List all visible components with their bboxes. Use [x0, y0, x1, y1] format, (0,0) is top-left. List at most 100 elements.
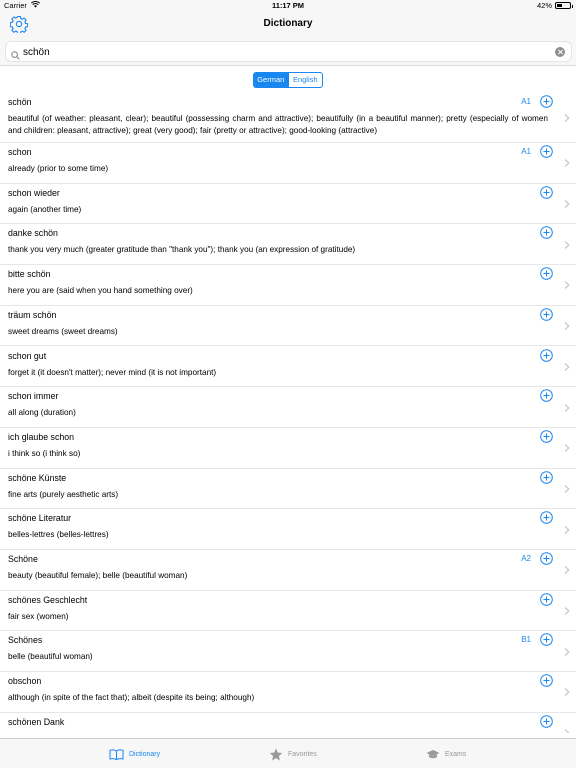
search-bar: [0, 37, 576, 66]
entry-definition: all along (duration): [8, 408, 76, 418]
add-favorite-icon[interactable]: [540, 307, 553, 321]
battery-icon: [555, 2, 573, 9]
status-bar: Carrier 11:17 PM 42%: [0, 0, 576, 12]
chevron-right-icon: [564, 444, 570, 453]
chevron-right-icon: [564, 484, 570, 493]
entry-term: schön: [8, 97, 32, 107]
result-row[interactable]: bitte schön here you are (said when you h…: [0, 265, 576, 306]
add-favorite-icon[interactable]: [540, 95, 553, 108]
add-favorite-icon[interactable]: [540, 267, 553, 280]
chevron-right-icon: [564, 566, 570, 575]
add-favorite-icon[interactable]: [540, 226, 553, 240]
graduation-cap-icon: [426, 750, 440, 759]
result-row[interactable]: Schönes B1 belle (beautiful woman): [0, 631, 576, 673]
tab-exams[interactable]: Exams: [426, 739, 466, 768]
chevron-right-icon: [564, 688, 570, 697]
level-badge: A1: [521, 97, 531, 106]
entry-term: schöne Literatur: [8, 513, 72, 524]
search-input[interactable]: [23, 44, 543, 60]
add-favorite-icon[interactable]: [540, 145, 553, 158]
chevron-right-icon: [564, 647, 570, 656]
chevron-right-icon: [564, 607, 570, 615]
add-favorite-icon[interactable]: [540, 552, 553, 565]
level-badge: A1: [521, 147, 531, 156]
add-favorite-icon[interactable]: [540, 430, 553, 443]
entry-term: danke schön: [8, 228, 58, 239]
tab-favorites[interactable]: Favorites: [269, 739, 317, 768]
add-favorite-icon[interactable]: [540, 714, 553, 728]
add-favorite-icon[interactable]: [540, 470, 553, 484]
search-field[interactable]: [5, 41, 572, 62]
entry-term: schönes Geschlecht: [8, 594, 88, 605]
tab-favorites-label: Favorites: [288, 750, 317, 758]
navigation-bar: Dictionary: [0, 12, 576, 37]
add-favorite-icon[interactable]: [540, 511, 553, 525]
entry-term: träum schön: [8, 309, 57, 320]
result-row[interactable]: schön A1 beautiful (of weather: pleasant, …: [0, 93, 576, 143]
entry-definition: fair sex (women): [8, 611, 69, 621]
entry-term: Schöne: [8, 554, 38, 564]
results-list: schön A1 beautiful (of weather: pleasant, …: [0, 93, 576, 733]
result-row[interactable]: schon wieder again (another time): [0, 184, 576, 225]
book-icon: [109, 748, 124, 760]
entry-term: obschon: [8, 676, 42, 687]
result-row[interactable]: schönen Dankthank you very much (greater…: [0, 713, 576, 733]
entry-definition: i think so (i think so): [8, 448, 81, 458]
result-row[interactable]: obschon although (in spite of the fact th…: [0, 672, 576, 713]
entry-term: ich glaube schon: [8, 431, 75, 442]
entry-definition: belle (beautiful woman): [8, 652, 93, 662]
chevron-right-icon: [564, 525, 570, 534]
clear-search-icon[interactable]: [555, 47, 565, 57]
clock: 11:17 PM: [271, 1, 305, 10]
level-badge: B1: [521, 635, 531, 645]
tab-dictionary[interactable]: Dictionary: [109, 739, 160, 768]
search-icon: [11, 47, 20, 65]
language-option-german[interactable]: German: [254, 73, 288, 87]
battery-percentage: 42%: [536, 1, 552, 10]
tab-exams-label: Exams: [445, 750, 467, 758]
tab-dictionary-label: Dictionary: [129, 750, 161, 758]
add-favorite-icon[interactable]: [540, 674, 553, 687]
chevron-right-icon: [564, 281, 570, 290]
result-row[interactable]: träum schön sweet dreams (sweet dreams): [0, 306, 576, 347]
add-favorite-icon[interactable]: [540, 348, 553, 362]
entry-definition: although (in spite of the fact that); al…: [8, 693, 255, 703]
result-row[interactable]: schöne Künste fine arts (purely aesthetic…: [0, 469, 576, 510]
result-row[interactable]: schon gut forget it (it doesn't matter); …: [0, 347, 576, 388]
entry-definition: sweet dreams (sweet dreams): [8, 326, 118, 336]
entry-definition: beautiful (of weather: pleasant, clear);…: [8, 114, 548, 135]
add-favorite-icon[interactable]: [540, 592, 553, 606]
add-favorite-icon[interactable]: [540, 185, 553, 199]
result-row[interactable]: ich glaube schon i think so (i think so): [0, 428, 576, 469]
tab-bar: Dictionary Favorites Exams: [0, 738, 576, 768]
entry-definition: here you are (said when you hand somethi…: [8, 286, 193, 296]
result-row[interactable]: schon A1 already (prior to some time): [0, 143, 576, 184]
result-row[interactable]: schönes Geschlecht fair sex (women): [0, 591, 576, 632]
entry-term: schon gut: [8, 350, 47, 361]
entry-term: bitte schön: [8, 269, 51, 280]
add-favorite-icon[interactable]: [540, 389, 553, 402]
chevron-right-icon: [564, 322, 570, 331]
result-row[interactable]: danke schön thank you very much (greater …: [0, 224, 576, 266]
page-title: Dictionary: [263, 18, 313, 29]
level-badge: A2: [521, 554, 531, 563]
entry-term: schon immer: [8, 391, 59, 402]
entry-definition: again (another time): [8, 204, 82, 214]
entry-term: schon: [8, 147, 32, 157]
entry-term: schon wieder: [8, 187, 60, 198]
entry-definition: already (prior to some time): [8, 164, 109, 173]
result-row[interactable]: schöne Literatur belles-lettres (belles-l…: [0, 509, 576, 550]
entry-term: Schönes: [8, 635, 43, 646]
result-row[interactable]: Schöne A2 beauty (beautiful female); belle…: [0, 550, 576, 591]
chevron-right-icon: [564, 240, 570, 249]
entry-term: schöne Künste: [8, 472, 67, 483]
entry-definition: beauty (beautiful female); belle (beauti…: [8, 571, 188, 580]
entry-definition: belles-lettres (belles-lettres): [8, 530, 109, 540]
add-favorite-icon[interactable]: [540, 633, 553, 647]
entry-definition: fine arts (purely aesthetic arts): [8, 489, 119, 499]
chevron-right-icon: [564, 200, 570, 208]
language-option-english[interactable]: English: [287, 73, 323, 87]
chevron-right-icon: [564, 403, 570, 412]
result-row[interactable]: schon immer all along (duration): [0, 387, 576, 428]
language-toggle: German English: [253, 72, 323, 88]
